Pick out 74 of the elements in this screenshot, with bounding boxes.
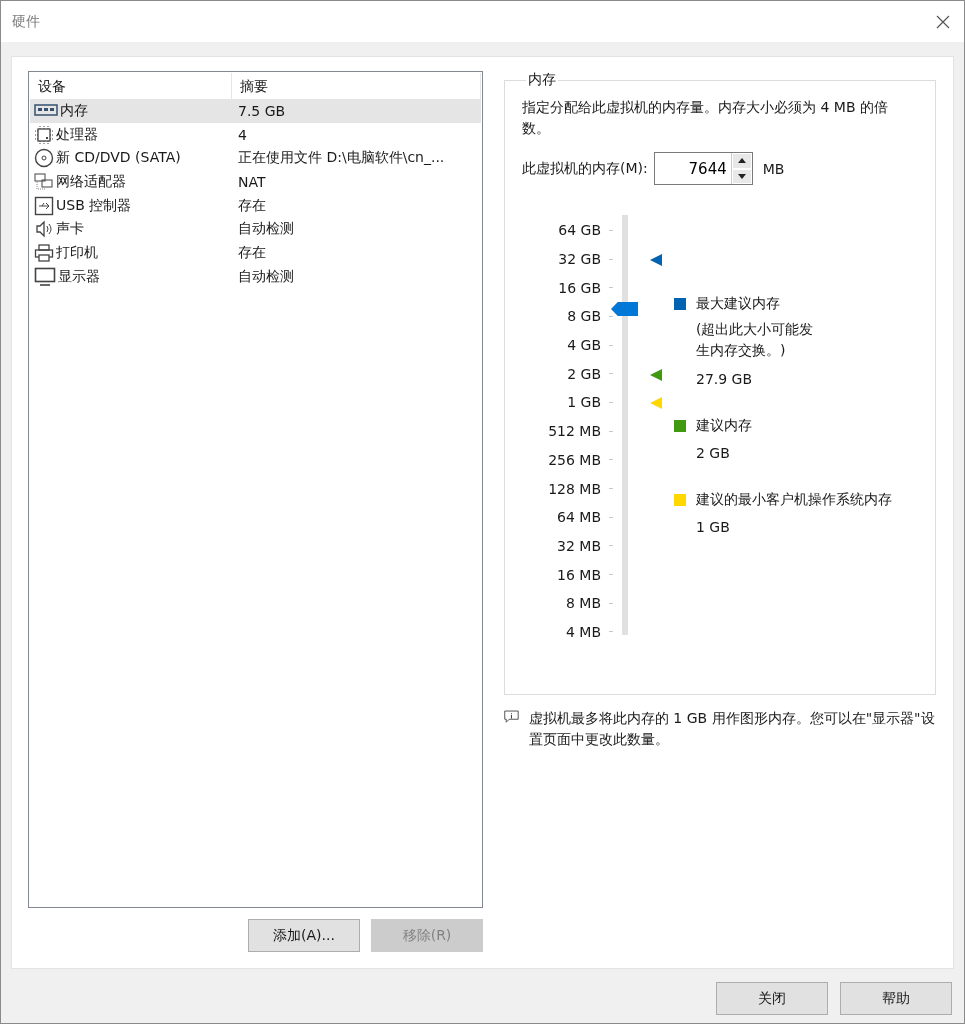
legend-label: 最大建议内存 — [696, 295, 780, 313]
memory-icon — [34, 103, 58, 118]
device-row[interactable]: 显示器 自动检测 — [30, 264, 481, 289]
down-arrow-icon — [737, 173, 746, 179]
group-title: 内存 — [527, 71, 557, 89]
device-summary: 自动检测 — [238, 220, 294, 237]
unit-label: MB — [762, 160, 785, 177]
marker-icon — [650, 368, 662, 381]
device-summary: 7.5 GB — [238, 102, 286, 119]
device-row[interactable]: 网络适配器 NAT — [30, 170, 481, 194]
legend-label: 建议的最小客户机操作系统内存 — [696, 491, 892, 509]
add-button[interactable]: 添加(A)... — [248, 919, 360, 952]
close-button[interactable]: 关闭 — [716, 982, 828, 1015]
device-name: 内存 — [60, 101, 88, 120]
tick-label: 64 MB — [557, 509, 601, 526]
device-name: 处理器 — [56, 125, 98, 144]
tick-label: 8 GB — [567, 308, 601, 325]
marker-icon — [650, 397, 662, 410]
help-button[interactable]: 帮助 — [840, 982, 952, 1015]
legend-value: 27.9 GB — [696, 371, 754, 387]
info-note: 虚拟机最多将此内存的 1 GB 用作图形内存。您可以在"显示器"设置页面中更改此数量。 — [528, 709, 936, 749]
device-row[interactable]: 新 CD/DVD (SATA) 正在使用文件 D:\电脑软件\cn_... — [30, 146, 481, 171]
device-row[interactable]: 声卡 自动检测 — [30, 217, 481, 242]
device-summary: NAT — [238, 173, 266, 190]
printer-icon — [34, 242, 54, 263]
tick-label: 16 MB — [557, 566, 601, 583]
device-summary: 自动检测 — [238, 267, 294, 284]
decrement-button[interactable] — [732, 169, 751, 183]
tick-label: 32 MB — [557, 537, 601, 554]
tick-label: 256 MB — [548, 451, 601, 468]
legend-note: (超出此大小可能发生内存交换。) — [696, 320, 815, 360]
legend-value: 1 GB — [696, 519, 731, 535]
device-name: 打印机 — [56, 243, 98, 262]
speaker-icon — [34, 219, 54, 240]
legend-value: 2 GB — [696, 445, 731, 461]
slider-thumb[interactable] — [611, 302, 638, 316]
up-arrow-icon — [737, 158, 746, 164]
tick-label: 32 GB — [558, 251, 601, 268]
field-label: 此虚拟机的内存(M): — [522, 159, 648, 178]
device-summary: 4 — [238, 126, 247, 143]
device-summary: 正在使用文件 D:\电脑软件\cn_... — [238, 149, 445, 166]
device-name: 显示器 — [58, 267, 100, 286]
tick-label: 16 GB — [558, 279, 601, 296]
device-summary: 存在 — [238, 196, 266, 213]
marker-icon — [650, 253, 662, 266]
device-name: 新 CD/DVD (SATA) — [56, 149, 181, 168]
device-row[interactable]: 打印机 存在 — [30, 241, 481, 265]
tick-label: 128 MB — [548, 480, 601, 497]
legend-label: 建议内存 — [696, 417, 752, 435]
device-name: USB 控制器 — [56, 196, 132, 215]
tick-label: 1 GB — [567, 394, 601, 411]
device-row[interactable]: 处理器 4 — [30, 122, 481, 147]
device-summary: 存在 — [238, 243, 266, 260]
memory-spinner[interactable]: 7644 — [653, 152, 753, 185]
tick-label: 4 GB — [567, 337, 601, 354]
usb-icon — [34, 195, 54, 216]
device-row[interactable]: USB 控制器 存在 — [30, 193, 481, 218]
tick-label: 512 MB — [548, 423, 601, 440]
window-title: 硬件 — [12, 12, 40, 31]
close-icon[interactable] — [936, 14, 950, 29]
chip-icon — [34, 124, 54, 145]
tick-label: 4 MB — [565, 623, 601, 640]
disc-icon — [34, 148, 54, 169]
device-name: 网络适配器 — [56, 172, 126, 191]
device-name: 声卡 — [56, 220, 84, 239]
monitor-icon — [34, 266, 56, 287]
tick-label: 2 GB — [567, 365, 601, 382]
description: 指定分配给此虚拟机的内存量。内存大小必须为 4 MB 的倍数。 — [522, 98, 889, 138]
network-icon — [34, 171, 54, 192]
info-icon — [504, 708, 519, 726]
increment-button[interactable] — [732, 154, 751, 168]
device-row[interactable]: 内存 7.5 GB — [30, 99, 481, 123]
tick-label: 8 MB — [565, 595, 601, 612]
tick-label: 64 GB — [558, 222, 601, 239]
